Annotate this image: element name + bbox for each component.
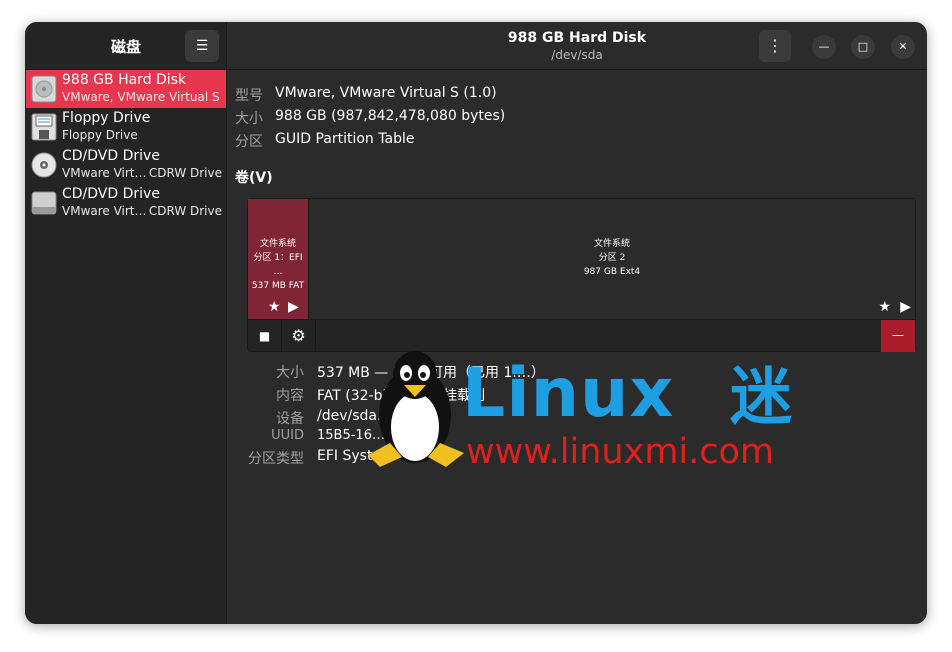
sidebar-title: 磁盘 [111, 38, 142, 56]
detail-content-label: 内容 [276, 388, 304, 404]
maximize-icon: □ [857, 40, 869, 53]
device-subtitle: VMware Virt… [62, 166, 147, 180]
partition-2-fs: 文件系统 [593, 239, 630, 249]
play-icon: ▶ [900, 299, 911, 315]
partition-map: 文件系统 分区 1：EFI … 537 MB FAT ★ ▶ 文件系统 分区 2… [247, 198, 916, 352]
model-value: VMware, VMware Virtual S (1.0) [275, 85, 497, 101]
disk-menu-button[interactable]: ⋮ [759, 30, 791, 62]
hamburger-menu-button[interactable]: ☰ [185, 30, 219, 62]
disks-window: 磁盘 ☰ 988 GB Hard Disk VMware, VMware Vir… [25, 22, 927, 624]
size-value: 988 GB (987,842,478,080 bytes) [275, 108, 506, 124]
partitioning-label: 分区 [235, 134, 263, 150]
maximize-button[interactable]: □ [851, 35, 875, 59]
cd-icon [31, 151, 57, 179]
partition-2[interactable]: 文件系统 分区 2 987 GB Ext4 ★ ▶ [308, 199, 915, 319]
floppy-icon [31, 113, 57, 141]
partition-2-size: 987 GB Ext4 [583, 267, 641, 277]
partition-1-name: 分区 1：EFI … [253, 253, 303, 277]
device-subtitle: VMware Virt… [62, 204, 147, 218]
watermark-url: www.linuxmi.com [466, 432, 775, 472]
size-label: 大小 [235, 111, 263, 127]
tux-penguin-icon [360, 345, 470, 470]
volume-toolbar: ■ ⚙ — [248, 319, 915, 352]
settings-button[interactable]: ⚙ [282, 320, 316, 352]
detail-uuid-label: UUID [271, 428, 304, 443]
sidebar-header: 磁盘 ☰ [25, 22, 226, 70]
device-name: 988 GB Hard Disk [62, 72, 187, 88]
sidebar: 磁盘 ☰ 988 GB Hard Disk VMware, VMware Vir… [25, 22, 227, 624]
device-type: CDRW Drive [148, 204, 222, 218]
partition-1[interactable]: 文件系统 分区 1：EFI … 537 MB FAT ★ ▶ [248, 199, 308, 319]
hard-disk-icon [31, 75, 57, 103]
device-subtitle: VMware, VMware Virtual S [62, 90, 220, 104]
hamburger-icon: ☰ [195, 38, 209, 54]
main-pane: 988 GB Hard Disk /dev/sda ⋮ — □ ✕ 型号 VMw… [227, 22, 927, 624]
device-item-hard-disk[interactable]: 988 GB Hard Disk VMware, VMware Virtual … [26, 70, 226, 108]
detail-partition-type-label: 分区类型 [248, 451, 304, 467]
kebab-icon: ⋮ [767, 36, 783, 55]
detail-size-label: 大小 [276, 365, 304, 381]
device-item-floppy[interactable]: Floppy Drive Floppy Drive [26, 108, 226, 146]
device-name: Floppy Drive [62, 110, 151, 126]
device-name: CD/DVD Drive [62, 148, 160, 164]
header-bar: 988 GB Hard Disk /dev/sda ⋮ — □ ✕ [227, 22, 927, 70]
device-name: CD/DVD Drive [62, 186, 160, 202]
stop-icon: ■ [258, 329, 271, 343]
partition-1-fs: 文件系统 [259, 239, 296, 249]
close-button[interactable]: ✕ [891, 35, 915, 59]
drive-icon [31, 189, 57, 217]
device-type: CDRW Drive [148, 166, 222, 180]
unmount-button[interactable]: ■ [248, 320, 282, 352]
play-icon: ▶ [288, 299, 299, 315]
close-icon: ✕ [898, 40, 908, 53]
partitioning-value: GUID Partition Table [275, 131, 415, 147]
minus-icon: — [892, 328, 904, 342]
watermark-brand-cn: 迷 [730, 360, 793, 433]
device-item-cd-dvd-2[interactable]: CD/DVD Drive VMware Virt… CDRW Drive [26, 184, 226, 222]
gear-icon: ⚙ [291, 326, 306, 345]
partition-2-name: 分区 2 [598, 253, 626, 263]
partition-1-size: 537 MB FAT [251, 281, 305, 291]
device-subtitle: Floppy Drive [62, 128, 138, 142]
delete-partition-button[interactable]: — [881, 320, 915, 352]
model-label: 型号 [235, 88, 263, 104]
minimize-icon: — [818, 40, 830, 53]
star-icon: ★ [878, 299, 891, 315]
device-item-cd-dvd-1[interactable]: CD/DVD Drive VMware Virt… CDRW Drive [26, 146, 226, 184]
star-icon: ★ [268, 299, 281, 315]
watermark-brand: Linux [462, 354, 675, 433]
detail-device-label: 设备 [276, 411, 304, 427]
minimize-button[interactable]: — [812, 35, 836, 59]
volumes-heading: 卷(V) [235, 170, 273, 186]
